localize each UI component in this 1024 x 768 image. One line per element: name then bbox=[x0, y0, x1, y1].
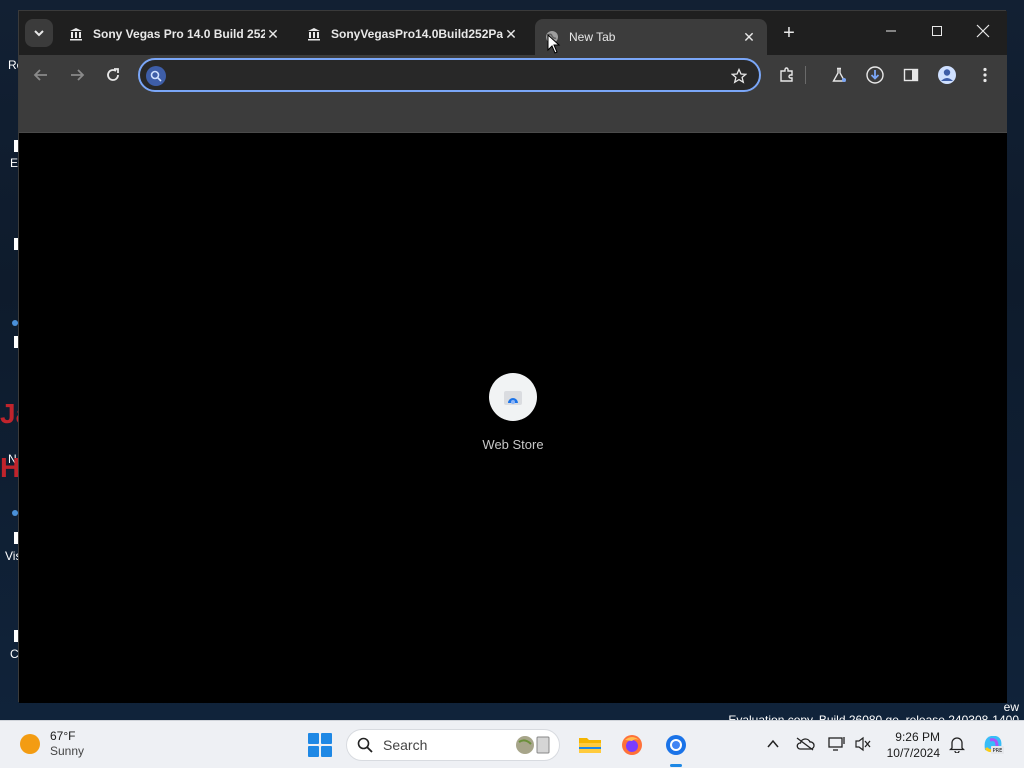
plus-icon: + bbox=[783, 21, 795, 44]
museum-icon bbox=[307, 27, 321, 41]
close-window-button[interactable] bbox=[963, 17, 1003, 45]
weather-widget[interactable]: 67°F Sunny bbox=[20, 729, 84, 759]
shortcut-web-store[interactable]: Web Store bbox=[473, 373, 553, 452]
forward-button[interactable] bbox=[63, 61, 91, 89]
address-input[interactable] bbox=[172, 64, 712, 86]
extensions-button[interactable] bbox=[773, 61, 801, 89]
mouse-cursor-icon bbox=[547, 34, 561, 54]
taskbar-clock[interactable]: 9:26 PM 10/7/2024 bbox=[878, 729, 940, 761]
bookmark-star-icon[interactable] bbox=[729, 66, 749, 86]
minimize-button[interactable] bbox=[871, 17, 911, 45]
side-panel-button[interactable] bbox=[897, 61, 925, 89]
address-bar[interactable] bbox=[138, 58, 761, 92]
chevron-down-icon bbox=[34, 30, 44, 37]
copilot-button[interactable]: PRE bbox=[980, 731, 1006, 757]
shortcut-tile[interactable] bbox=[489, 373, 537, 421]
labs-button[interactable] bbox=[825, 61, 853, 89]
sun-icon bbox=[20, 734, 40, 754]
search-icon bbox=[357, 737, 373, 753]
arrow-left-icon bbox=[33, 69, 47, 81]
downloads-button[interactable] bbox=[861, 61, 889, 89]
cloud-off-icon bbox=[796, 737, 815, 751]
arrow-right-icon bbox=[71, 69, 85, 81]
search-highlight-image bbox=[513, 734, 553, 756]
folder-icon bbox=[579, 738, 601, 753]
profile-button[interactable] bbox=[933, 61, 961, 89]
maximize-icon bbox=[932, 26, 942, 36]
tab-sony-vegas-1[interactable]: Sony Vegas Pro 14.0 Build 252 ✕ bbox=[59, 19, 291, 49]
firefox-button[interactable] bbox=[618, 731, 646, 759]
tab-sony-vegas-2[interactable]: SonyVegasPro14.0Build252Pat ✕ bbox=[297, 19, 529, 49]
new-tab-page: Web Store bbox=[19, 133, 1007, 703]
tab-title: Sony Vegas Pro 14.0 Build 252 bbox=[93, 27, 265, 41]
tab-new-tab[interactable]: New Tab ✕ bbox=[535, 19, 767, 55]
profile-avatar-icon bbox=[938, 66, 956, 84]
flask-icon bbox=[832, 67, 846, 82]
start-button[interactable] bbox=[308, 733, 332, 757]
menu-button[interactable] bbox=[971, 61, 999, 89]
puzzle-icon bbox=[780, 67, 793, 82]
chrome-icon bbox=[666, 735, 686, 755]
minimize-icon bbox=[886, 30, 896, 32]
copilot-icon: PRE bbox=[984, 736, 1004, 754]
notifications-button[interactable] bbox=[946, 733, 968, 755]
clock-time: 9:26 PM bbox=[895, 730, 940, 744]
tab-strip: Sony Vegas Pro 14.0 Build 252 ✕ SonyVega… bbox=[19, 11, 1007, 55]
onedrive-button[interactable] bbox=[794, 733, 816, 755]
bookmarks-bar bbox=[19, 95, 1007, 133]
firefox-icon bbox=[622, 735, 642, 755]
windows-logo-icon bbox=[308, 733, 319, 744]
chrome-button[interactable] bbox=[662, 731, 690, 767]
network-button[interactable] bbox=[826, 733, 848, 755]
volume-button[interactable] bbox=[852, 733, 874, 755]
browser-toolbar bbox=[19, 55, 1007, 95]
tab-title: SonyVegasPro14.0Build252Pat bbox=[331, 27, 503, 41]
browser-window: Sony Vegas Pro 14.0 Build 252 ✕ SonyVega… bbox=[18, 10, 1007, 703]
side-panel-icon bbox=[903, 68, 919, 82]
back-button[interactable] bbox=[27, 61, 55, 89]
close-tab-icon[interactable]: ✕ bbox=[503, 26, 519, 42]
clock-date: 10/7/2024 bbox=[886, 746, 940, 760]
toolbar-divider bbox=[801, 61, 809, 89]
chevron-up-icon bbox=[767, 739, 779, 748]
reload-icon bbox=[107, 68, 119, 81]
search-label: Search bbox=[383, 737, 428, 753]
svg-text:PRE: PRE bbox=[993, 748, 1003, 754]
search-icon bbox=[146, 66, 166, 86]
network-display-icon bbox=[828, 737, 845, 751]
tab-title: New Tab bbox=[569, 30, 616, 44]
bell-icon bbox=[949, 737, 965, 753]
weather-condition: Sunny bbox=[50, 744, 85, 758]
tab-search-button[interactable] bbox=[25, 19, 53, 47]
museum-icon bbox=[69, 27, 83, 41]
file-explorer-button[interactable] bbox=[576, 731, 604, 759]
maximize-button[interactable] bbox=[917, 17, 957, 45]
reload-button[interactable] bbox=[99, 61, 127, 89]
close-tab-icon[interactable]: ✕ bbox=[741, 29, 757, 45]
show-hidden-icons-button[interactable] bbox=[762, 733, 784, 755]
shortcut-label: Web Store bbox=[482, 437, 544, 452]
taskbar: 67°F Sunny Search 9:26 PM 10/7/2024 PRE bbox=[0, 720, 1024, 768]
new-tab-button[interactable]: + bbox=[777, 21, 801, 45]
more-vert-icon bbox=[983, 67, 987, 83]
weather-temperature: 67°F bbox=[50, 729, 76, 743]
download-icon bbox=[866, 66, 884, 84]
close-tab-icon[interactable]: ✕ bbox=[265, 26, 281, 42]
speaker-muted-icon bbox=[855, 736, 871, 752]
desktop-icon-label[interactable]: E bbox=[10, 156, 18, 170]
close-icon bbox=[976, 24, 990, 38]
webstore-icon bbox=[504, 391, 522, 405]
taskbar-search[interactable]: Search bbox=[346, 729, 560, 761]
